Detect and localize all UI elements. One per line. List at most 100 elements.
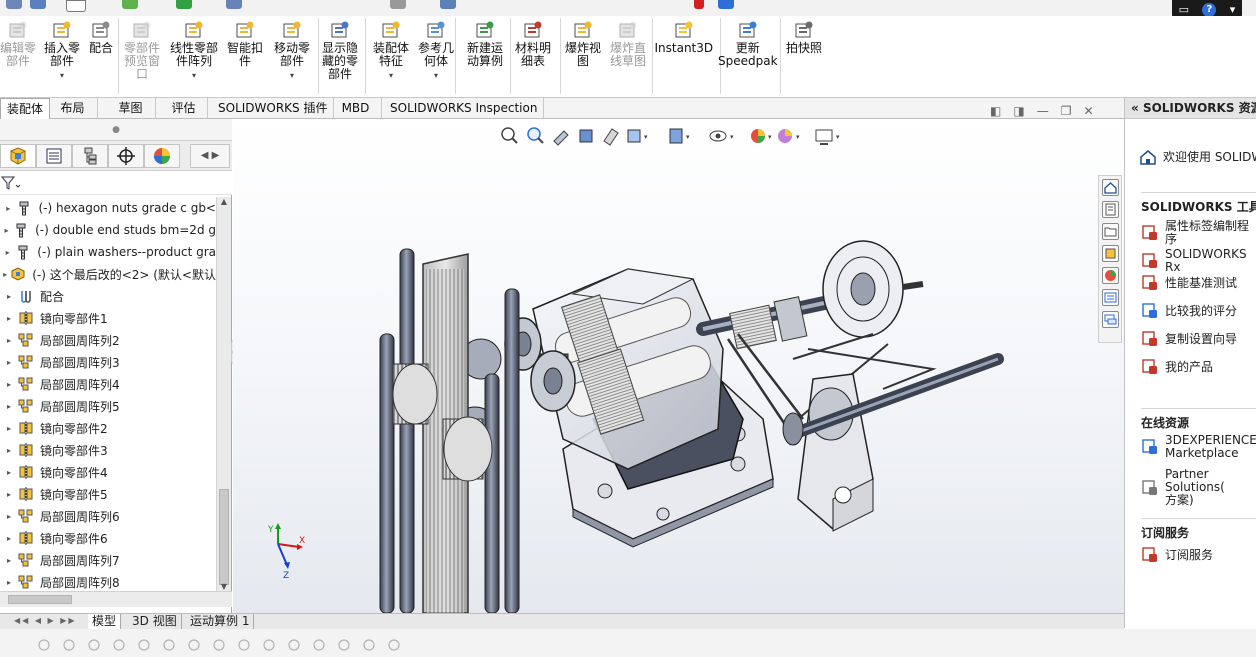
panel-grip[interactable]: ● xyxy=(0,119,232,141)
view-orientation-icon[interactable]: ▾ xyxy=(627,129,648,143)
tree-item[interactable]: ▸ 镜向零部件2 xyxy=(0,417,216,439)
sketch-split-icon[interactable] xyxy=(286,637,302,653)
close-red-icon[interactable] xyxy=(694,0,704,9)
close-icon[interactable]: ✕ xyxy=(1083,104,1093,118)
expand-arrow-icon[interactable]: ▸ xyxy=(0,314,18,323)
reference-geometry-button[interactable]: 参考几 何体 ▾ xyxy=(418,20,454,82)
tree-item[interactable]: ▸ 局部圆周阵列6 xyxy=(0,505,216,527)
sketch-arc-icon[interactable] xyxy=(136,637,152,653)
tree-item[interactable]: ▸ (-) double end studs bm=2d g xyxy=(0,219,216,241)
expand-arrow-icon[interactable]: ▸ xyxy=(0,358,18,367)
chevron-down-icon[interactable]: ▾ xyxy=(290,69,294,82)
dynamic-annotation-icon[interactable] xyxy=(603,128,619,146)
display-style-icon[interactable]: ▾ xyxy=(669,128,690,144)
chevron-down-icon[interactable]: ▾ xyxy=(192,69,196,82)
resource-link[interactable]: 我的产品 xyxy=(1141,358,1213,376)
dimxpert-tab-icon[interactable] xyxy=(108,144,144,168)
expand-arrow-icon[interactable]: ▸ xyxy=(0,424,18,433)
take-snapshot-button[interactable]: 拍快照 xyxy=(786,20,822,55)
expand-arrow-icon[interactable]: ▸ xyxy=(0,226,13,235)
redo-icon[interactable] xyxy=(440,0,456,9)
tab-3[interactable]: 评估 xyxy=(160,98,208,119)
expand-arrow-icon[interactable]: ▸ xyxy=(0,204,16,213)
expand-arrow-icon[interactable]: ▸ xyxy=(0,248,15,257)
resource-link[interactable]: Partner Solutions( 方案) xyxy=(1141,468,1256,507)
help-icon[interactable]: ? xyxy=(1202,2,1217,17)
zoom-to-area-icon[interactable] xyxy=(527,127,544,144)
task-pane-header[interactable]: « SOLIDWORKS 资源 xyxy=(1125,98,1256,119)
sketch-grid-icon[interactable] xyxy=(311,637,327,653)
chevron-down-icon[interactable]: ▾ xyxy=(389,69,393,82)
tree-item[interactable]: ▸ 局部圆周阵列2 xyxy=(0,329,216,351)
bottom-tab-0[interactable]: 模型 xyxy=(88,614,122,630)
sketch-point-icon[interactable] xyxy=(36,637,52,653)
search-icon[interactable]: ▭ xyxy=(1179,3,1189,16)
expand-arrow-icon[interactable]: ▸ xyxy=(0,556,18,565)
exploded-view-button[interactable]: 爆炸视 图 xyxy=(565,20,601,68)
scrollbar-thumb[interactable] xyxy=(8,595,72,604)
scrollbar-thumb[interactable] xyxy=(219,489,229,585)
sketch-polygon-icon[interactable] xyxy=(111,637,127,653)
file-explorer-icon[interactable] xyxy=(1102,223,1119,240)
tree-item[interactable]: ▸ 镜向零部件5 xyxy=(0,483,216,505)
expand-arrow-icon[interactable]: ▸ xyxy=(0,468,18,477)
resource-link[interactable]: SOLIDWORKS Rx xyxy=(1141,248,1256,274)
hide-show-items-icon[interactable]: ▾ xyxy=(709,130,734,142)
new-motion-study-button[interactable]: 新建运 动算例 xyxy=(467,20,503,68)
expand-arrow-icon[interactable]: ▸ xyxy=(0,336,18,345)
smart-fasteners-button[interactable]: 智能扣 件 xyxy=(227,20,263,68)
sketch-wrench-icon[interactable] xyxy=(261,637,277,653)
tree-horizontal-scrollbar[interactable] xyxy=(0,591,232,607)
bill-of-materials-button[interactable]: 材料明 细表 xyxy=(515,20,551,68)
show-hidden-button[interactable]: 显示隐 藏的零 部件 xyxy=(322,20,358,81)
tree-item[interactable]: ▸ 局部圆周阵列4 xyxy=(0,373,216,395)
tree-item[interactable]: ▸ 镜向零部件1 xyxy=(0,307,216,329)
tab-1[interactable]: 布局 xyxy=(48,98,98,119)
tile-left-icon[interactable]: ◧ xyxy=(990,104,1001,118)
tab-nav-arrows[interactable]: ◀◀ ◀ ▶ ▶▶ xyxy=(14,616,77,625)
display-manager-tab-icon[interactable] xyxy=(144,144,180,168)
tree-item[interactable]: ▸ (-) 这个最后改的<2> (默认<默认 xyxy=(0,263,216,285)
expand-arrow-icon[interactable]: ▸ xyxy=(0,380,18,389)
edit-component-button[interactable]: 编辑零 部件 xyxy=(0,20,36,68)
rebuild-icon[interactable] xyxy=(122,0,138,9)
tree-item[interactable]: ▸ 局部圆周阵列7 xyxy=(0,549,216,571)
panel-tabs-scroll[interactable]: ◀ ▶ xyxy=(190,144,230,168)
tab-2[interactable]: 草图 xyxy=(106,98,156,119)
appearances-icon[interactable] xyxy=(1102,267,1119,284)
assembly-model[interactable] xyxy=(233,119,1124,614)
tree-item[interactable]: ▸ 配合 xyxy=(0,285,216,307)
assembly-features-button[interactable]: 装配体 特征 ▾ xyxy=(373,20,409,82)
sketch-arc2-icon[interactable] xyxy=(161,637,177,653)
forum-icon[interactable] xyxy=(1102,311,1119,328)
linear-pattern-button[interactable]: 线性零部 件阵列 ▾ xyxy=(170,20,218,82)
sketch-line-icon[interactable] xyxy=(86,637,102,653)
resource-link[interactable]: 比较我的评分 xyxy=(1141,302,1237,320)
graphics-area[interactable]: Y X Z xyxy=(233,119,1124,614)
filter-icon[interactable] xyxy=(1,175,21,191)
expand-arrow-icon[interactable]: ▸ xyxy=(0,402,18,411)
chevron-down-icon[interactable]: ▾ xyxy=(60,69,64,82)
check-icon[interactable] xyxy=(176,0,192,9)
configuration-manager-tab-icon[interactable] xyxy=(72,144,108,168)
tree-item[interactable]: ▸ 局部圆周阵列8 xyxy=(0,571,216,591)
tree-item[interactable]: ▸ 局部圆周阵列5 xyxy=(0,395,216,417)
restore-icon[interactable]: ❐ xyxy=(1061,104,1072,118)
home-icon[interactable] xyxy=(1102,179,1119,196)
move-component-button[interactable]: 移动零 部件 ▾ xyxy=(274,20,310,82)
bottom-tab-1[interactable]: 3D 视图 xyxy=(128,614,182,630)
tree-item[interactable]: ▸ (-) hexagon nuts grade c gb< xyxy=(0,197,216,219)
select-icon[interactable] xyxy=(66,0,86,12)
apply-scene-icon[interactable]: ▾ xyxy=(778,129,800,143)
tree-item[interactable]: ▸ 镜向零部件6 xyxy=(0,527,216,549)
explode-line-sketch-button[interactable]: 爆炸直 线草图 xyxy=(610,20,646,68)
sketch-hatch-icon[interactable] xyxy=(361,637,377,653)
feature-tree-tab-icon[interactable] xyxy=(0,144,36,168)
insert-component-button[interactable]: 插入零 部件 ▾ xyxy=(44,20,80,82)
instant3d-button[interactable]: Instant3D xyxy=(655,20,713,55)
sketch-offset-icon[interactable] xyxy=(186,637,202,653)
sketch-ellipse-icon[interactable] xyxy=(386,637,402,653)
expand-arrow-icon[interactable]: ▸ xyxy=(0,270,10,279)
resource-link[interactable]: 3DEXPERIENCE Marketplace xyxy=(1141,434,1256,460)
edit-appearance-icon[interactable]: ▾ xyxy=(751,129,772,143)
